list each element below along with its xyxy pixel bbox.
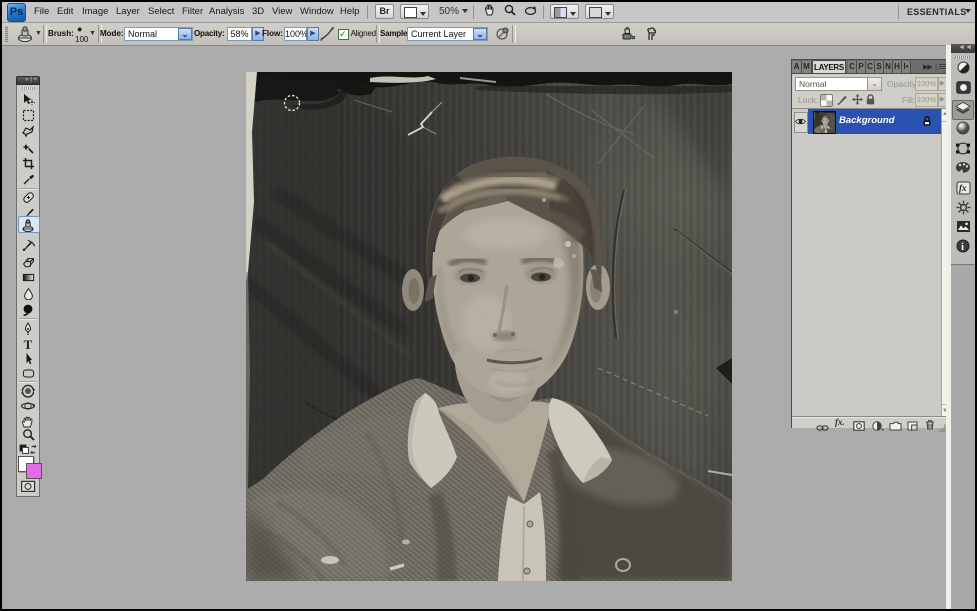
svg-text:i: i (961, 241, 964, 253)
svg-text:fx: fx (959, 183, 967, 193)
